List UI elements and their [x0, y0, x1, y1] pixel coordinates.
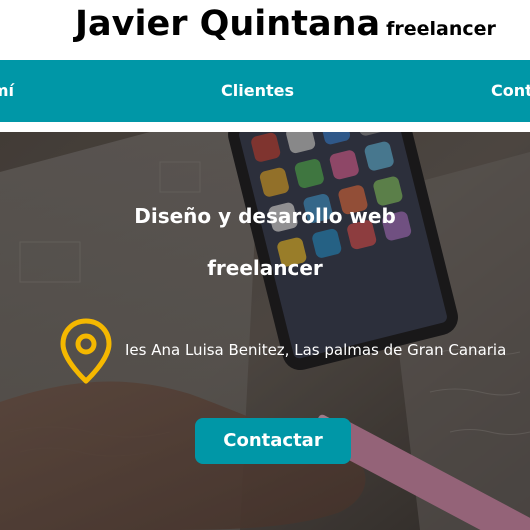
- brand-role: freelancer: [386, 18, 496, 40]
- nav-item-clients[interactable]: Clientes: [221, 60, 294, 122]
- hero-title-line-1: Diseño y desarollo web: [134, 204, 396, 228]
- nav-item-contact[interactable]: Conta: [491, 60, 530, 122]
- main-nav: mí Clientes Conta: [0, 60, 530, 128]
- hero-section: Diseño y desarollo web freelancer Ies An…: [0, 132, 530, 530]
- hero-title-line-2: freelancer: [207, 256, 323, 280]
- site-header: Javier Quintana freelancer: [0, 0, 530, 60]
- contact-button[interactable]: Contactar: [195, 418, 351, 464]
- brand[interactable]: Javier Quintana freelancer: [75, 4, 496, 44]
- nav-divider: [0, 122, 530, 132]
- page: Javier Quintana freelancer mí Clientes Co…: [0, 0, 530, 530]
- map-pin-icon: [60, 318, 112, 384]
- location-address: Ies Ana Luisa Benitez, Las palmas de Gra…: [125, 341, 507, 359]
- brand-name: Javier Quintana: [75, 4, 381, 44]
- nav-item-about[interactable]: mí: [0, 60, 14, 122]
